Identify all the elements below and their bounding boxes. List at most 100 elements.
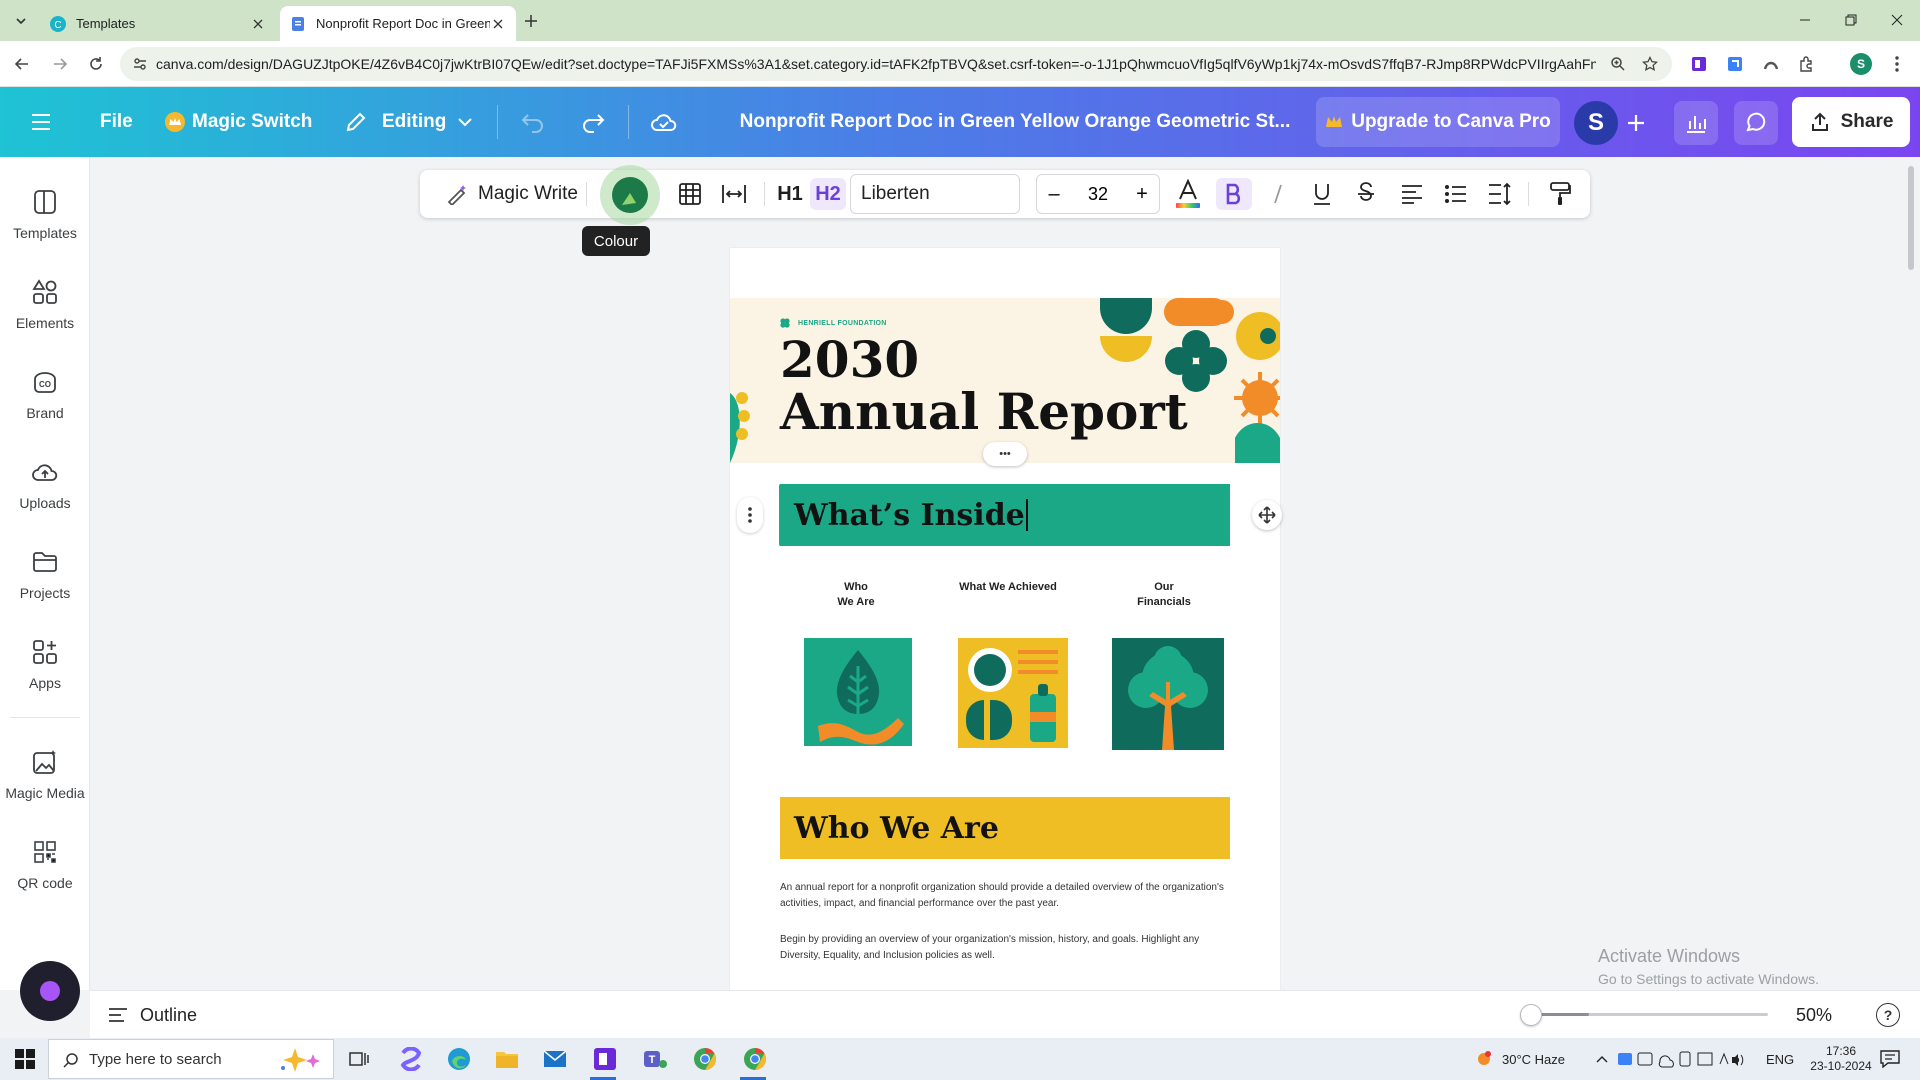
browser-menu-button[interactable]	[1886, 53, 1908, 75]
font-family-select[interactable]: Liberten	[850, 174, 1020, 214]
letter-spacing-button[interactable]	[718, 178, 750, 210]
minimize-button[interactable]	[1782, 0, 1828, 40]
bullet-list-button[interactable]	[1440, 178, 1472, 210]
increase-font-size-button[interactable]: +	[1125, 175, 1159, 213]
paragraph-mission[interactable]: Begin by providing an overview of your o…	[780, 932, 1230, 964]
notifications-button[interactable]	[1880, 1038, 1900, 1080]
sidebar-item-qr-code[interactable]: QR code	[0, 837, 90, 891]
upgrade-button[interactable]: Upgrade to Canva Pro	[1316, 97, 1560, 147]
canvas-scrollbar[interactable]	[1908, 166, 1914, 270]
text-align-button[interactable]	[1396, 178, 1428, 210]
undo-button[interactable]	[520, 87, 546, 157]
outline-button[interactable]: Outline	[108, 991, 197, 1039]
heading-1-button[interactable]: H1	[774, 178, 806, 210]
close-window-button[interactable]	[1874, 0, 1920, 40]
insights-button[interactable]	[1674, 101, 1718, 145]
canva-taskbar-app-icon[interactable]	[590, 1044, 620, 1074]
extension-2-icon[interactable]	[1724, 53, 1746, 75]
back-button[interactable]	[10, 52, 34, 76]
document-page[interactable]: HENRIELL FOUNDATION 2030 Annual Report •…	[730, 248, 1280, 990]
copy-style-button[interactable]	[1544, 178, 1576, 210]
document-title[interactable]: Nonprofit Report Doc in Green Yellow Ora…	[730, 87, 1300, 157]
heading-2-button[interactable]: H2	[810, 178, 846, 210]
mail-app-icon[interactable]	[540, 1044, 570, 1074]
sidebar-item-templates[interactable]: Templates	[0, 187, 90, 241]
section-heading-whats-inside[interactable]: What’s Inside	[780, 484, 1230, 546]
font-size-input[interactable]: 32	[1071, 175, 1125, 213]
address-bar[interactable]: canva.com/design/DAGUZJtpOKE/4Z6vB4C0j7j…	[120, 47, 1672, 81]
sidebar-item-magic-media[interactable]: Magic Media	[0, 747, 90, 801]
file-menu-button[interactable]: File	[100, 87, 133, 157]
tray-app-icons[interactable]	[1618, 1038, 1758, 1080]
editing-mode-button[interactable]: Editing	[344, 87, 473, 157]
report-title[interactable]: Annual Report	[780, 386, 1188, 438]
taskbar-search-box[interactable]: Type here to search	[48, 1039, 334, 1079]
bold-button[interactable]	[1216, 178, 1252, 210]
sidebar-item-uploads[interactable]: Uploads	[0, 457, 90, 511]
save-status-button[interactable]	[650, 87, 678, 157]
profile-avatar[interactable]: S	[1850, 53, 1872, 75]
line-spacing-button[interactable]	[1484, 178, 1516, 210]
close-tab-icon[interactable]	[250, 16, 266, 32]
restore-button[interactable]	[1828, 0, 1874, 40]
sidebar-item-apps[interactable]: Apps	[0, 637, 90, 691]
redo-button[interactable]	[580, 87, 606, 157]
extensions-puzzle-icon[interactable]	[1796, 53, 1818, 75]
extension-1-icon[interactable]	[1688, 53, 1710, 75]
weather-widget[interactable]: 30°C Haze	[1474, 1038, 1565, 1080]
close-tab-icon[interactable]	[490, 16, 506, 32]
zoom-level[interactable]: 50%	[1796, 991, 1832, 1039]
teams-app-icon[interactable]: T	[640, 1044, 670, 1074]
chrome-profile-app-icon[interactable]	[740, 1044, 770, 1074]
browser-tab-templates[interactable]: C Templates	[40, 6, 276, 41]
bookmark-star-icon[interactable]	[1642, 56, 1658, 72]
magic-write-button[interactable]: Magic Write	[432, 178, 592, 210]
sidebar-item-brand[interactable]: CO Brand	[0, 367, 90, 421]
input-language[interactable]: ENG	[1766, 1038, 1794, 1080]
browser-tab-active[interactable]: Nonprofit Report Doc in Green	[280, 6, 516, 41]
new-tab-button[interactable]	[520, 10, 542, 32]
tree-illustration[interactable]	[1112, 638, 1224, 750]
paragraph-intro[interactable]: An annual report for a nonprofit organiz…	[780, 880, 1230, 912]
italic-button[interactable]	[1262, 178, 1294, 210]
move-handle[interactable]	[1252, 500, 1282, 530]
user-avatar[interactable]: S	[1574, 101, 1618, 145]
decrease-font-size-button[interactable]: –	[1037, 175, 1071, 213]
extension-3-icon[interactable]	[1760, 53, 1782, 75]
edge-app-icon[interactable]	[444, 1044, 474, 1074]
copilot-app-icon[interactable]	[396, 1044, 426, 1074]
leaf-hand-illustration[interactable]	[804, 638, 912, 746]
report-year[interactable]: 2030	[780, 334, 919, 386]
sidebar-item-elements[interactable]: Elements	[0, 277, 90, 331]
show-hidden-icons-button[interactable]	[1596, 1038, 1608, 1080]
chrome-app-icon[interactable]	[690, 1044, 720, 1074]
clock[interactable]: 17:36 23-10-2024	[1806, 1038, 1876, 1080]
forward-button[interactable]	[48, 52, 72, 76]
tab-search-button[interactable]	[10, 10, 32, 32]
invite-button[interactable]	[1614, 101, 1658, 145]
start-button[interactable]	[10, 1044, 40, 1074]
magic-switch-button[interactable]: Magic Switch	[164, 87, 312, 157]
reload-button[interactable]	[84, 52, 108, 76]
achievements-illustration[interactable]	[958, 638, 1068, 748]
more-options-button[interactable]: •••	[983, 442, 1027, 466]
underline-button[interactable]	[1306, 178, 1338, 210]
zoom-icon[interactable]	[1610, 56, 1626, 72]
section-heading-who-we-are[interactable]: Who We Are	[780, 797, 1230, 859]
comments-button[interactable]	[1734, 101, 1778, 145]
element-options-button[interactable]	[737, 497, 763, 533]
strikethrough-button[interactable]	[1350, 178, 1382, 210]
zoom-slider-handle[interactable]	[1520, 1004, 1542, 1026]
canva-assistant-button[interactable]	[20, 961, 80, 1021]
text-colour-picker-button[interactable]	[590, 164, 670, 226]
help-button[interactable]: ?	[1876, 1003, 1900, 1027]
share-button[interactable]: Share	[1792, 97, 1910, 147]
task-view-button[interactable]	[344, 1044, 374, 1074]
file-explorer-app-icon[interactable]	[492, 1044, 522, 1074]
site-info-icon[interactable]	[132, 56, 148, 72]
sidebar-item-projects[interactable]: Projects	[0, 547, 90, 601]
main-menu-button[interactable]	[30, 87, 52, 157]
table-button[interactable]	[674, 178, 706, 210]
text-color-button[interactable]	[1172, 178, 1204, 210]
toc-carousel[interactable]: Who We Are What We Achieved Our Financials…	[780, 566, 1230, 826]
